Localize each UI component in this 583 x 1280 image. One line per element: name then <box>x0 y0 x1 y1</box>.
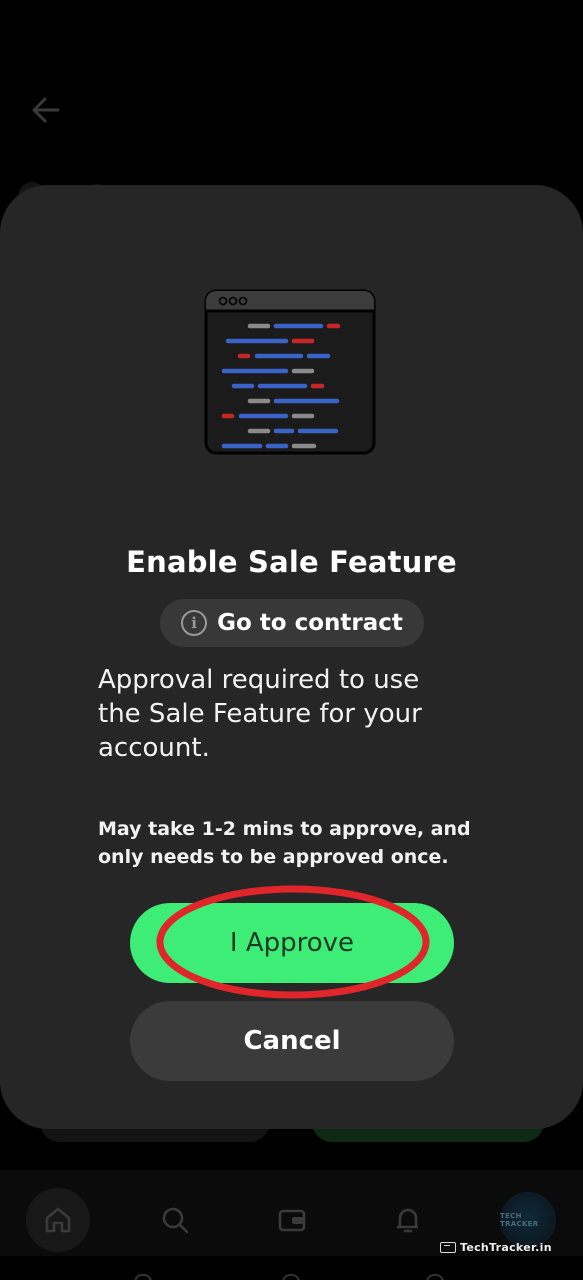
system-home-icon[interactable] <box>282 1274 300 1280</box>
cancel-button-label: Cancel <box>243 1026 341 1056</box>
cancel-button[interactable]: Cancel <box>130 1001 454 1081</box>
watermark: TechTracker.in <box>440 1240 552 1254</box>
approval-modal: Enable Sale Feature i Go to contract App… <box>0 185 583 1129</box>
wallet-icon <box>278 1209 306 1232</box>
nav-wallet[interactable] <box>260 1188 324 1252</box>
back-arrow-icon[interactable] <box>28 92 64 128</box>
approval-description: Approval required to use the Sale Featur… <box>98 665 422 763</box>
screen: TECH TRACKER TechTracker.in Enable Sale … <box>0 0 583 1280</box>
monitor-icon <box>440 1241 456 1253</box>
go-to-contract-label: Go to contract <box>217 610 403 636</box>
nav-notifications[interactable] <box>376 1188 440 1252</box>
system-navigation-bar <box>0 1266 583 1280</box>
go-to-contract-button[interactable]: i Go to contract <box>160 599 424 647</box>
nav-home[interactable] <box>26 1188 90 1252</box>
back-arrow-svg <box>32 97 60 123</box>
home-icon <box>45 1207 71 1233</box>
watermark-text: TechTracker.in <box>460 1240 552 1254</box>
modal-title: Enable Sale Feature <box>126 545 457 579</box>
approve-button[interactable]: I Approve <box>130 903 454 983</box>
info-icon: i <box>181 610 208 636</box>
profile-avatar-text: TECH TRACKER <box>500 1212 539 1228</box>
bell-icon <box>396 1208 418 1233</box>
approve-button-label: I Approve <box>229 928 355 958</box>
system-recents-icon[interactable] <box>426 1274 444 1280</box>
code-window-illustration <box>204 289 376 455</box>
search-icon <box>162 1207 189 1234</box>
nav-search[interactable] <box>143 1188 207 1252</box>
system-back-icon[interactable] <box>134 1274 152 1280</box>
approval-note: May take 1-2 mins to approve, and only n… <box>98 818 471 868</box>
